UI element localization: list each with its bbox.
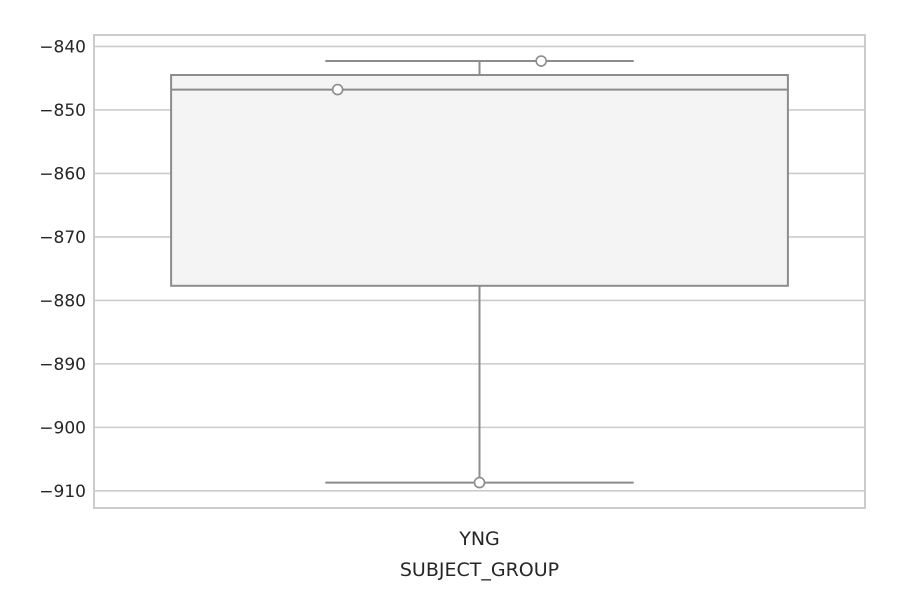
data-point [473,476,486,489]
data-point [535,55,547,67]
y-tick-label: −880 [39,291,86,311]
y-tick-label: −910 [39,482,86,502]
x-tick-labels: YNG [458,528,500,550]
y-tick-label: −840 [39,37,86,57]
x-tick-label: YNG [458,528,500,550]
box-yng [170,60,789,484]
y-tick-label: −850 [39,101,86,121]
data-point [331,83,344,96]
y-tick-label: −890 [39,355,86,375]
y-tick-labels: −840 −850 −860 −870 −880 −890 −900 −910 [39,37,86,501]
y-tick-label: −870 [39,228,86,248]
y-tick-label: −860 [39,164,86,184]
box-iqr [170,73,789,287]
box-plot-chart: −840 −850 −860 −870 −880 −890 −900 −910 YNG SUB… [39,34,866,581]
y-tick-label: −900 [39,418,86,438]
box-layer [170,60,789,484]
x-axis-title: SUBJECT_GROUP [400,559,559,581]
